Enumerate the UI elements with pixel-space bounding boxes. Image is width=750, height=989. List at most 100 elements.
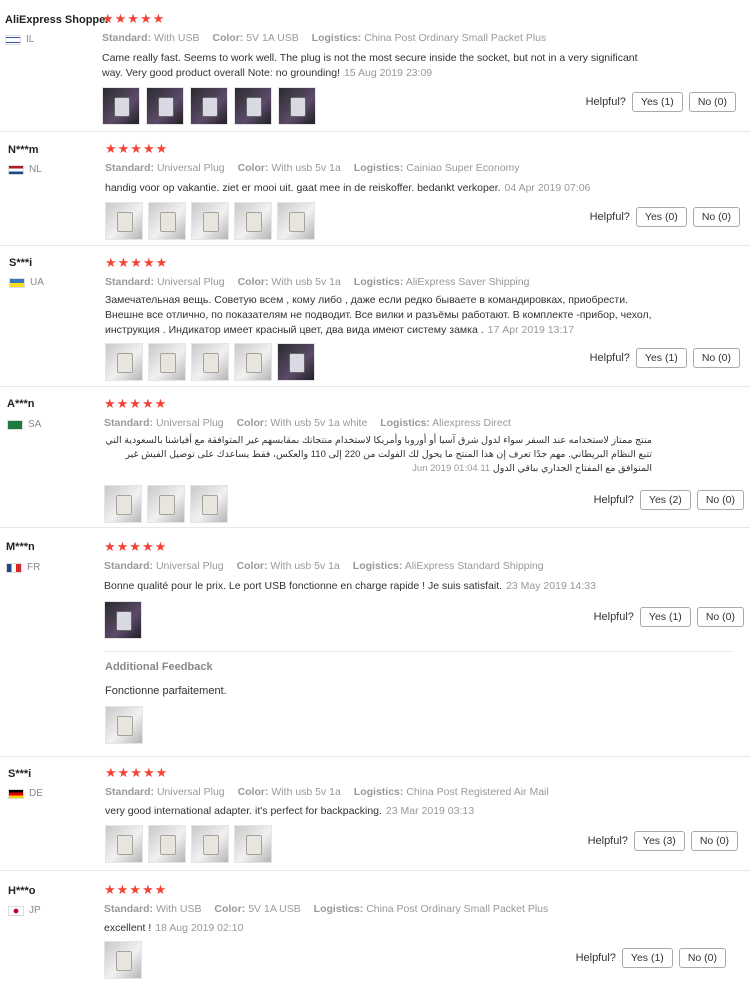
review-photo[interactable] (146, 87, 184, 125)
review-photo[interactable] (105, 202, 143, 240)
additional-feedback-title: Additional Feedback (105, 661, 213, 673)
helpful-label: Helpful? (593, 611, 634, 623)
review-photo[interactable] (105, 825, 143, 863)
logistics-label: Logistics: (353, 276, 404, 288)
helpful-yes-button[interactable]: Yes (0) (635, 207, 687, 227)
helpful-yes-button[interactable]: Yes (1) (631, 92, 683, 112)
review-photo[interactable] (234, 202, 272, 240)
review-photo[interactable] (148, 202, 186, 240)
logistics-label: Logistics: (313, 903, 364, 915)
review-photo[interactable] (234, 343, 272, 381)
review-photo[interactable] (148, 343, 186, 381)
review-body: منتج ممتاز لاستخدامه عند السفر سواء لدول… (105, 435, 652, 474)
helpful-no-button[interactable]: No (0) (678, 948, 726, 968)
star-rating: ★★★★★ (105, 765, 169, 780)
review-photos (104, 941, 142, 979)
review-text: Came really fast. Seems to work well. Th… (102, 51, 647, 81)
standard-label: Standard: (104, 417, 154, 429)
review-photo[interactable] (148, 825, 186, 863)
review-body: handig voor op vakantie. ziet er mooi ui… (105, 182, 501, 194)
color-value: 5V 1A USB (246, 32, 299, 44)
color-value: With usb 5v 1a (271, 276, 341, 288)
review-text: handig voor op vakantie. ziet er mooi ui… (105, 181, 645, 196)
standard-value: Universal Plug (156, 786, 225, 798)
review-photo[interactable] (190, 87, 228, 125)
review-date: 17 Apr 2019 13:17 (487, 324, 575, 336)
standard-label: Standard: (104, 560, 154, 572)
reviewer-country: FR (6, 562, 40, 573)
logistics-value: Cainiao Super Economy (406, 162, 520, 174)
helpful-no-button[interactable]: No (0) (696, 607, 744, 627)
standard-value: Universal Plug (156, 162, 225, 174)
helpful-no-button[interactable]: No (0) (690, 831, 738, 851)
logistics-label: Logistics: (311, 32, 362, 44)
reviewer-name: AliExpress Shopper (5, 14, 110, 26)
review-photo[interactable] (191, 343, 229, 381)
reviewer-country: SA (7, 419, 41, 430)
helpful-yes-button[interactable]: Yes (2) (639, 490, 691, 510)
helpful-no-button[interactable]: No (0) (692, 207, 740, 227)
logistics-label: Logistics: (380, 417, 430, 429)
review-photo[interactable] (234, 825, 272, 863)
review-body: Bonne qualité pour le prix. Le port USB … (104, 580, 503, 592)
review-photo[interactable] (104, 941, 142, 979)
review-item: N***m NL ★★★★★ Standard: Universal Plug … (0, 132, 750, 246)
review-item: S***i UA ★★★★★ Standard: Universal Plug … (0, 246, 750, 387)
reviewer-name: S***i (9, 257, 33, 269)
helpful-no-button[interactable]: No (0) (688, 92, 736, 112)
helpful-yes-button[interactable]: Yes (1) (635, 348, 687, 368)
flag-icon (5, 34, 21, 45)
review-photo[interactable] (191, 202, 229, 240)
review-photo[interactable] (278, 87, 316, 125)
helpful-no-button[interactable]: No (0) (692, 348, 740, 368)
standard-label: Standard: (102, 32, 152, 44)
order-info: Standard: With USB Color: 5V 1A USB Logi… (104, 903, 548, 915)
star-rating: ★★★★★ (105, 255, 169, 270)
helpful-no-button[interactable]: No (0) (696, 490, 744, 510)
review-photo[interactable] (147, 485, 185, 523)
helpful-yes-button[interactable]: Yes (3) (633, 831, 685, 851)
color-label: Color: (214, 903, 246, 915)
review-photos (104, 601, 142, 639)
logistics-label: Logistics: (352, 560, 403, 572)
review-photo[interactable] (234, 87, 272, 125)
logistics-value: Aliexpress Direct (432, 417, 511, 429)
review-photo[interactable] (190, 485, 228, 523)
review-photo[interactable] (104, 485, 142, 523)
star-rating: ★★★★★ (104, 396, 168, 411)
star-rating: ★★★★★ (105, 141, 169, 156)
helpful-yes-button[interactable]: Yes (1) (621, 948, 673, 968)
reviewer-name: H***o (8, 885, 36, 897)
review-photo[interactable] (105, 706, 143, 744)
additional-photos (105, 706, 143, 744)
logistics-value: AliExpress Saver Shipping (405, 276, 530, 288)
helpful-votes: Helpful? Yes (1) No (0) (594, 607, 744, 627)
review-photo[interactable] (104, 601, 142, 639)
star-rating: ★★★★★ (104, 882, 168, 897)
color-value: 5V 1A USB (248, 903, 301, 915)
helpful-label: Helpful? (589, 211, 630, 223)
color-label: Color: (212, 32, 244, 44)
country-code: DE (29, 788, 43, 799)
reviewer-name: A***n (7, 398, 35, 410)
helpful-yes-button[interactable]: Yes (1) (639, 607, 691, 627)
review-photos (105, 343, 315, 381)
review-photo[interactable] (277, 343, 315, 381)
reviewer-name: S***i (8, 768, 32, 780)
helpful-label: Helpful? (575, 952, 616, 964)
standard-value: With USB (153, 32, 200, 44)
review-date: 18 Aug 2019 02:10 (155, 922, 244, 934)
review-body: very good international adapter. it's pe… (105, 805, 382, 817)
review-photo[interactable] (102, 87, 140, 125)
standard-value: With USB (155, 903, 202, 915)
country-code: JP (29, 905, 41, 916)
color-value: With usb 5v 1a (270, 560, 340, 572)
review-photo[interactable] (191, 825, 229, 863)
order-info: Standard: Universal Plug Color: With usb… (104, 417, 511, 429)
standard-label: Standard: (104, 903, 154, 915)
color-label: Color: (237, 786, 269, 798)
review-photo[interactable] (105, 343, 143, 381)
review-photo[interactable] (277, 202, 315, 240)
logistics-value: China Post Registered Air Mail (406, 786, 549, 798)
reviewer-country: DE (8, 788, 43, 799)
